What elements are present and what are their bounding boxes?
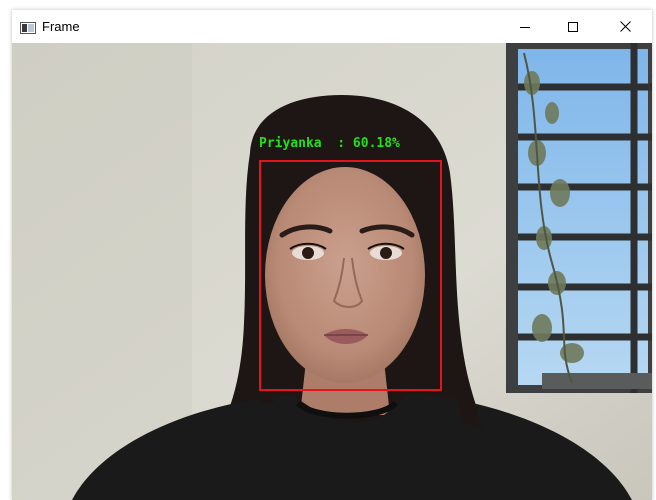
minimize-icon [520,26,530,28]
minimize-button[interactable] [502,10,548,43]
face-bounding-box [259,160,442,391]
close-icon [619,21,631,32]
close-button[interactable] [602,10,648,43]
maximize-button[interactable] [550,10,596,43]
window-title: Frame [42,19,80,34]
opencv-frame-window: Frame Priyanka: 60.18% [12,10,652,500]
camera-frame: Priyanka : 60.18% [12,43,652,500]
detection-label: Priyanka : 60.18% [259,136,400,151]
title-bar[interactable]: Frame [12,10,652,43]
app-window-icon [20,21,36,34]
side-text-line: \ [648,82,651,92]
maximize-icon [568,21,578,32]
side-text-line: s [648,69,653,79]
background-window-text: s \ [648,68,653,94]
